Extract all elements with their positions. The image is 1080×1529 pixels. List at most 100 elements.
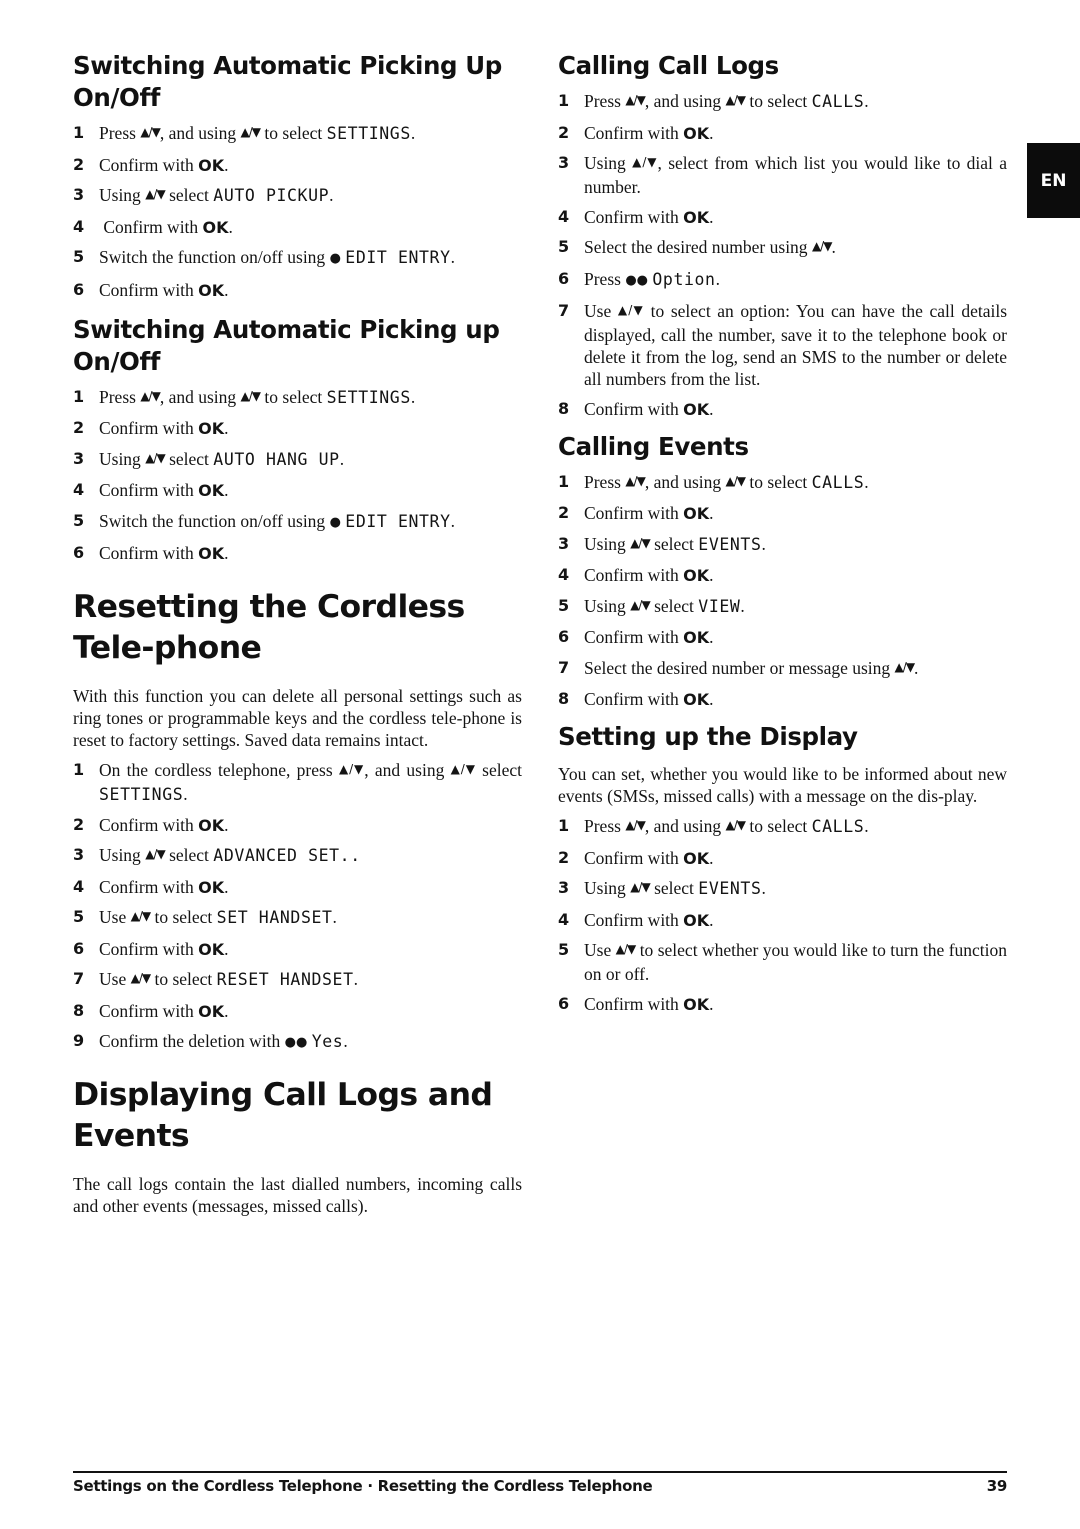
up-down-arrows-icon: ▲/▼ xyxy=(615,942,637,956)
footer-breadcrumb: Settings on the Cordless Telephone · Res… xyxy=(73,1477,653,1495)
lcd-text: CALLS xyxy=(811,472,865,492)
up-down-arrows-icon: ▲/▼ xyxy=(338,762,365,776)
step-text: . xyxy=(410,386,416,407)
step-text: Using xyxy=(99,845,146,865)
step-text: . xyxy=(740,595,745,616)
step-number: 4 xyxy=(73,480,85,499)
language-tab: EN xyxy=(1027,143,1080,218)
step-text: Confirm with xyxy=(584,689,684,709)
step-text: . xyxy=(864,471,869,492)
step-text: . xyxy=(864,91,869,111)
ok-key-label: OK xyxy=(198,544,225,563)
up-down-arrows-icon: ▲/▼ xyxy=(625,818,645,832)
step-text: . xyxy=(709,503,714,523)
step-text: Use xyxy=(99,907,131,927)
up-down-arrows-icon: ▲/▼ xyxy=(140,388,160,403)
list-item: 5 Use ▲/▼ to select whether you would lik… xyxy=(558,939,1007,985)
step-text: Confirm with xyxy=(584,122,684,143)
step-text: to select xyxy=(260,386,327,407)
step-text: . xyxy=(224,154,229,175)
list-item: 4 Confirm with OK. xyxy=(73,479,522,502)
list-item: 2 Confirm with OK. xyxy=(558,502,1007,525)
ok-key-label: OK xyxy=(198,280,225,300)
steps-reset: 1 On the cordless telephone, press ▲/▼, a… xyxy=(73,759,522,1055)
step-number: 4 xyxy=(558,206,570,226)
list-item: 8 Confirm with OK. xyxy=(558,688,1007,711)
list-item: 1 Press ▲/▼, and using ▲/▼ to select SETT… xyxy=(73,386,522,410)
lcd-text: EVENTS xyxy=(698,534,762,554)
step-text: Press xyxy=(584,91,626,111)
step-text: Confirm with xyxy=(99,216,203,237)
list-item: 5 Use ▲/▼ to select SET HANDSET. xyxy=(73,906,522,930)
step-text: . xyxy=(914,657,919,678)
list-item: 6 Press ●● Option. xyxy=(558,268,1007,293)
step-text: to select xyxy=(745,816,812,836)
list-item: 7 Use ▲/▼ to select RESET HANDSET. xyxy=(73,968,522,992)
step-text: Confirm with xyxy=(584,847,684,868)
lcd-text: EDIT ENTRY xyxy=(345,248,451,267)
step-text: Press xyxy=(584,268,626,289)
step-number: 6 xyxy=(73,938,85,958)
list-item: 6 Confirm with OK. xyxy=(73,938,522,961)
step-number: 6 xyxy=(73,279,85,299)
step-number: 2 xyxy=(73,814,85,834)
step-text: to select whether you would like to turn… xyxy=(584,940,1008,984)
step-number: 3 xyxy=(73,185,85,204)
step-number: 3 xyxy=(558,533,570,553)
step-number: 3 xyxy=(73,448,85,468)
lcd-text: VIEW xyxy=(698,596,741,616)
step-text: On the cordless telephone, press xyxy=(99,760,339,780)
up-down-arrows-icon: ▲/▼ xyxy=(632,155,658,169)
steps-auto-pickup: 1 Press ▲/▼, and using ▲/▼ to select SETT… xyxy=(73,122,522,302)
lcd-text: SET HANDSET xyxy=(216,908,333,927)
list-item: 1 Press ▲/▼, and using ▲/▼ to select CALL… xyxy=(558,815,1007,839)
step-text: , and using xyxy=(644,91,726,111)
lcd-text: AUTO HANG UP xyxy=(213,449,340,469)
step-number: 7 xyxy=(73,969,85,988)
step-text: . xyxy=(224,279,229,300)
step-text: . xyxy=(224,814,229,835)
step-text: . xyxy=(709,627,714,647)
list-item: 3 Using ▲/▼ select AUTO PICKUP. xyxy=(73,184,522,208)
up-down-arrows-icon: ▲/▼ xyxy=(630,597,650,612)
step-text: . xyxy=(761,878,766,898)
step-text: . xyxy=(410,123,416,143)
step-text: . xyxy=(224,480,229,500)
step-text: Select the desired number or message usi… xyxy=(584,657,895,678)
step-number: 2 xyxy=(558,847,570,867)
step-text: Select the desired number using xyxy=(584,237,812,257)
list-item: 3 Using ▲/▼, select from which list you w… xyxy=(558,152,1007,198)
step-text: . xyxy=(450,247,455,267)
lcd-text: Yes xyxy=(311,1032,344,1051)
step-text: . xyxy=(339,448,345,469)
step-text: Confirm with xyxy=(99,418,199,438)
step-text: . xyxy=(864,816,869,836)
step-text: select xyxy=(164,845,214,865)
step-number: 5 xyxy=(558,237,570,256)
reset-intro: With this function you can delete all pe… xyxy=(73,686,522,750)
step-text: select xyxy=(649,533,699,554)
up-down-arrows-icon: ▲/▼ xyxy=(625,473,645,488)
step-number: 4 xyxy=(73,216,85,236)
list-item: 4 Confirm with OK. xyxy=(73,876,522,899)
list-item: 2 Confirm with OK. xyxy=(73,154,522,177)
step-text: . xyxy=(709,909,714,930)
lcd-text: SETTINGS xyxy=(326,387,411,407)
step-number: 5 xyxy=(558,595,570,615)
lcd-text: CALLS xyxy=(811,817,865,836)
step-text: . xyxy=(224,876,229,897)
section-title-call-logs: Displaying Call Logs and Events xyxy=(73,1077,493,1154)
list-item: 2 Confirm with OK. xyxy=(558,122,1007,145)
step-text: . xyxy=(709,122,714,143)
list-item: 4 Confirm with OK. xyxy=(558,564,1007,587)
steps-calling-call-logs: 1 Press ▲/▼, and using ▲/▼ to select CALL… xyxy=(558,90,1007,421)
up-down-arrows-icon: ▲/▼ xyxy=(625,93,645,107)
step-number: 6 xyxy=(558,268,570,288)
left-column: Switching Automatic Picking Up On/Off 1P… xyxy=(73,50,522,1217)
step-number: 1 xyxy=(73,760,85,779)
step-text: to select an option: You can have the ca… xyxy=(584,301,1008,389)
step-text: to select xyxy=(260,123,327,143)
step-text: Confirm with xyxy=(584,206,684,227)
section-title-display: Setting up the Display xyxy=(558,722,858,751)
step-text: Confirm with xyxy=(99,543,199,563)
